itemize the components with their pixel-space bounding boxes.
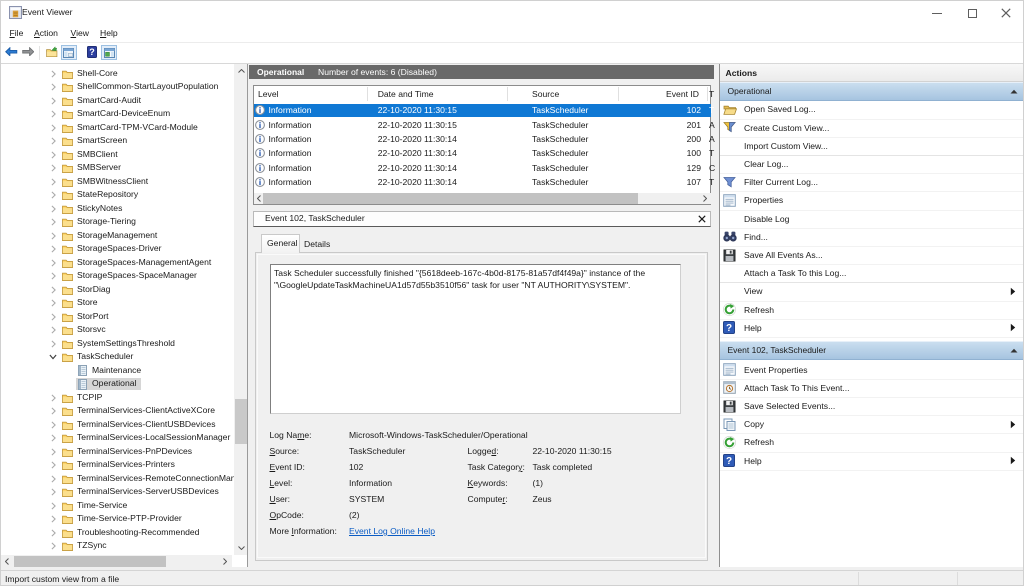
svg-text:?: ? (726, 323, 732, 334)
svg-text:?: ? (726, 456, 732, 467)
svg-text:?: ? (89, 47, 95, 57)
